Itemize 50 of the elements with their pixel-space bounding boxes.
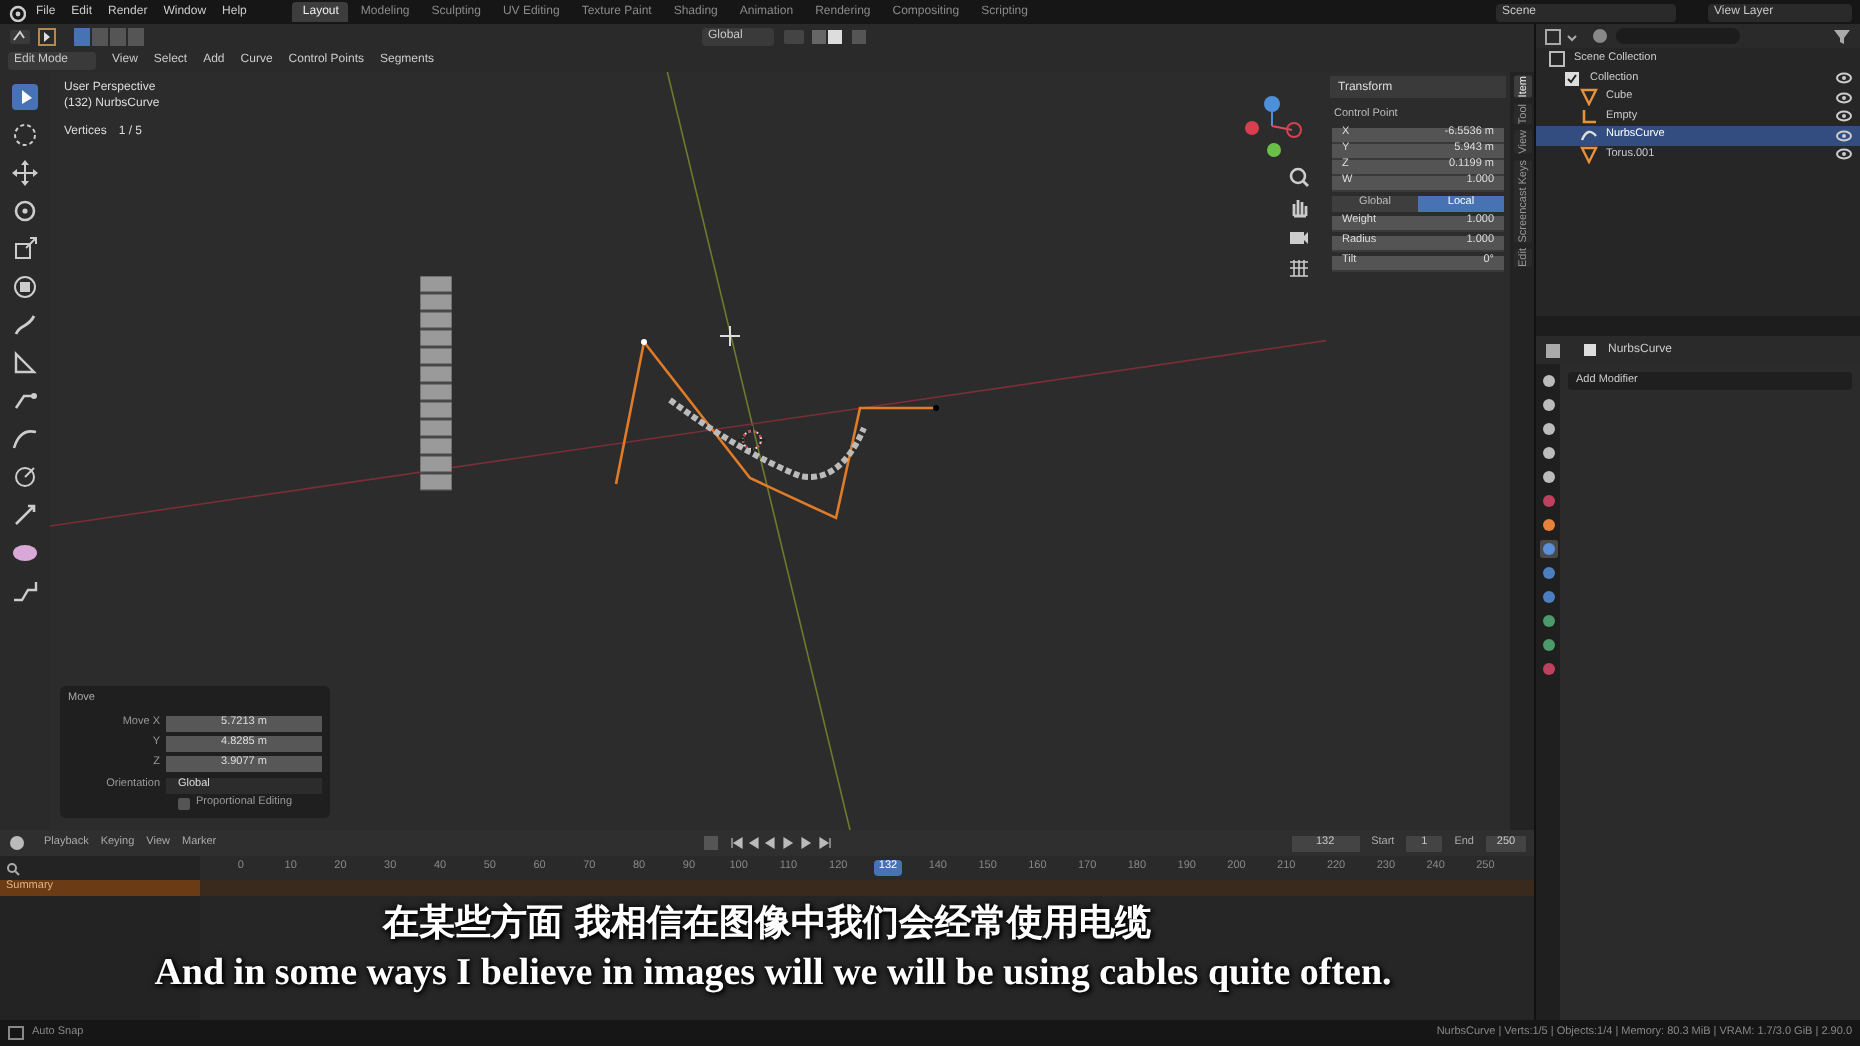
radius-icon (12, 464, 38, 490)
ruler-icon (12, 350, 38, 376)
property-tab-icon[interactable] (1539, 516, 1557, 534)
filter-sphere-icon (1592, 28, 1608, 44)
hand-icon (1288, 196, 1310, 218)
checkbox[interactable] (178, 797, 190, 809)
eye-icon (1836, 72, 1852, 85)
property-tab-icon[interactable] (1539, 540, 1557, 558)
box-icon (1548, 50, 1566, 69)
search-icon (6, 861, 20, 875)
axes-icon (1580, 107, 1598, 126)
crosshair-icon (720, 326, 740, 346)
shear-icon (12, 578, 38, 604)
camera-icon (1288, 226, 1310, 248)
dotted-circle-icon (12, 122, 38, 148)
eye-icon (1836, 110, 1852, 123)
property-tab-icon[interactable] (1539, 588, 1557, 606)
curve-icon (1580, 126, 1598, 145)
property-tab-icon[interactable] (1539, 444, 1557, 462)
subtitle-text: 在某些方面 我相信在图像中我们会经常使用电缆 (382, 906, 1152, 942)
extrude-icon (12, 388, 38, 414)
property-tab-icon[interactable] (1539, 468, 1557, 486)
blender-logo-icon (8, 3, 26, 21)
3d-cursor-icon (738, 426, 766, 454)
eye-icon (1836, 91, 1852, 104)
property-tab-icon[interactable] (1539, 636, 1557, 654)
tilt-icon (12, 502, 38, 528)
zoom-icon (1288, 166, 1310, 188)
scale-square-icon (12, 236, 38, 262)
object-square-icon (1582, 342, 1598, 358)
triangle-icon (1580, 145, 1598, 164)
property-tab-icon[interactable] (1539, 372, 1557, 390)
property-tab-icon[interactable] (1539, 612, 1557, 630)
grid-icon (1288, 256, 1310, 278)
select-tool-icon (38, 27, 56, 45)
eye-icon (1836, 148, 1852, 161)
property-tab-icon[interactable] (1539, 396, 1557, 414)
randomize-icon (12, 540, 38, 566)
transform-icon (12, 274, 38, 300)
eye-icon (1836, 129, 1852, 142)
property-tab-icon[interactable] (1539, 420, 1557, 438)
circular-arrows-icon (12, 198, 38, 224)
curve-draw-icon (12, 426, 38, 452)
editor-type-icon (8, 27, 32, 45)
cross-arrows-icon (12, 160, 38, 186)
pen-icon (12, 312, 38, 338)
checkbox-icon (1564, 69, 1582, 88)
triangle-icon (1580, 88, 1598, 107)
subtitle-text: And in some ways I believe in images will we will be using cables quite often. (154, 954, 1392, 992)
property-tab-icon[interactable] (1539, 564, 1557, 582)
